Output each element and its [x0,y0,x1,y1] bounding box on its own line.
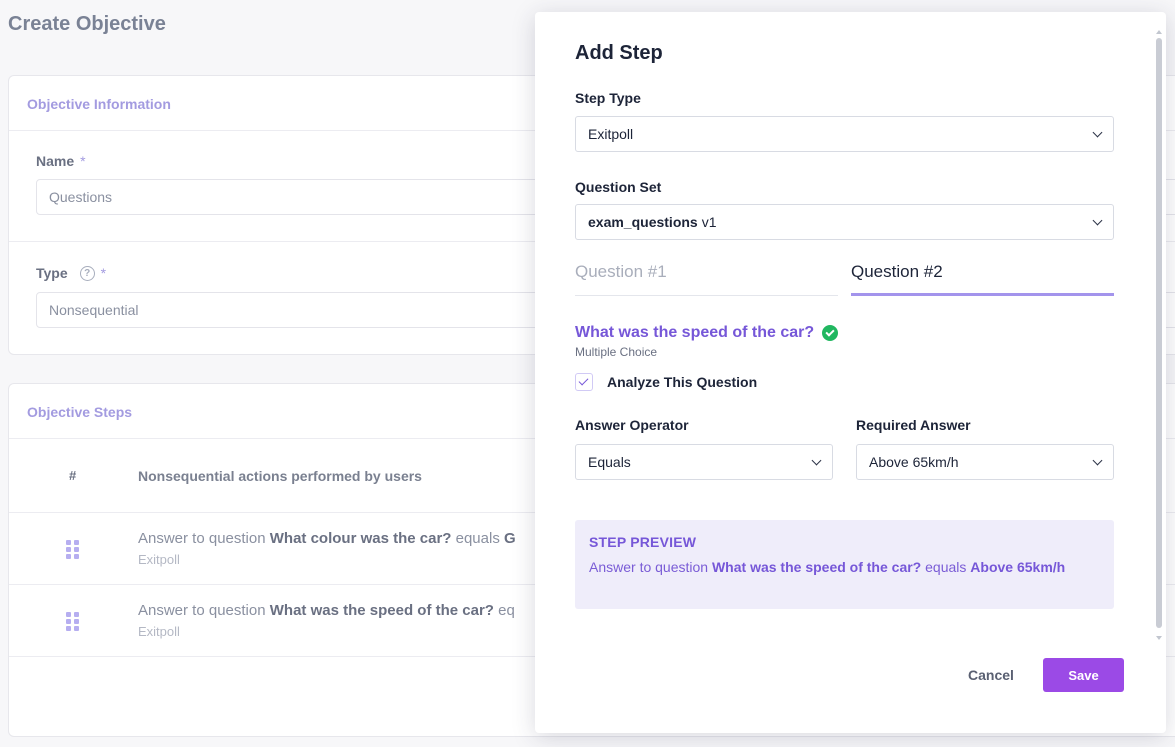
name-label-text: Name [36,153,75,169]
analyze-checkbox[interactable] [575,373,593,391]
required-answer-select[interactable]: Above 65km/h [856,444,1114,480]
step-type-label: Step Type [575,90,641,106]
required-mark: * [100,265,107,281]
required-mark: * [80,153,86,169]
scroll-up-icon[interactable] [1156,30,1162,34]
answer-operator-label: Answer Operator [575,417,689,433]
preview-question: What was the speed of the car? [711,559,922,575]
question-type: Multiple Choice [575,345,658,359]
page-title: Create Objective [8,13,166,35]
step-prefix: Answer to question [138,602,270,619]
step-description: Answer to question What colour was the c… [138,530,516,547]
chevron-down-icon [811,455,822,466]
required-answer-label: Required Answer [856,417,971,433]
step-operator: equals [451,530,504,547]
step-type-value: Exitpoll [588,126,634,142]
question-title-text: What was the speed of the car? [575,324,815,341]
analyze-label: Analyze This Question [607,374,758,390]
question-title: What was the speed of the car? [575,324,839,342]
step-operator: eq [493,602,515,619]
scroll-down-icon[interactable] [1156,636,1162,640]
scrollbar-thumb[interactable] [1156,38,1162,628]
preview-answer: Above 65km/h [970,559,1066,575]
check-circle-icon [822,325,839,341]
tab-question-1[interactable]: Question #1 [575,262,838,296]
drag-handle-icon[interactable] [66,612,80,631]
chevron-down-icon [1092,455,1103,466]
required-answer-value: Above 65km/h [869,454,959,470]
save-button[interactable]: Save [1043,658,1124,692]
step-type: Exitpoll [138,552,180,567]
chevron-down-icon [1092,127,1103,138]
step-preview: STEP PREVIEW Answer to question What was… [575,520,1114,609]
step-preview-title: STEP PREVIEW [589,534,697,550]
step-type: Exitpoll [138,624,180,639]
chevron-down-icon [1092,215,1103,226]
modal-title: Add Step [575,42,663,64]
step-prefix: Answer to question [138,530,270,547]
question-tabs: Question #1 Question #2 [575,262,1115,296]
preview-prefix: Answer to question [589,559,712,575]
question-circle-icon[interactable]: ? [79,265,95,281]
type-label: Type ? * [36,265,106,281]
step-answer: G [504,530,516,547]
question-set-name: exam_questions [588,214,698,230]
answer-operator-select[interactable]: Equals [575,444,833,480]
type-label-text: Type [36,265,68,281]
cancel-button[interactable]: Cancel [955,658,1027,692]
name-input-value: Questions [49,189,113,205]
answer-operator-value: Equals [588,454,631,470]
drag-handle-icon[interactable] [66,540,80,559]
tab-question-2[interactable]: Question #2 [851,262,1114,296]
step-type-select[interactable]: Exitpoll [575,116,1114,152]
question-set-select[interactable]: exam_questions v1 [575,204,1114,240]
analyze-question-option[interactable]: Analyze This Question [575,373,757,391]
step-question: What colour was the car? [269,530,452,547]
preview-operator: equals [921,559,971,575]
modal-scrollbar[interactable] [1155,30,1163,640]
name-label: Name * [36,153,86,169]
question-set-version: v1 [701,214,717,230]
type-input-value: Nonsequential [49,302,139,318]
step-description: Answer to question What was the speed of… [138,602,515,619]
column-title: Nonsequential actions performed by users [138,468,422,484]
column-hash: # [69,468,77,483]
step-preview-text: Answer to question What was the speed of… [589,558,1100,577]
question-set-label: Question Set [575,179,662,195]
add-step-modal: Add Step Step Type Exitpoll Question Set… [535,12,1166,733]
step-question: What was the speed of the car? [269,602,494,619]
